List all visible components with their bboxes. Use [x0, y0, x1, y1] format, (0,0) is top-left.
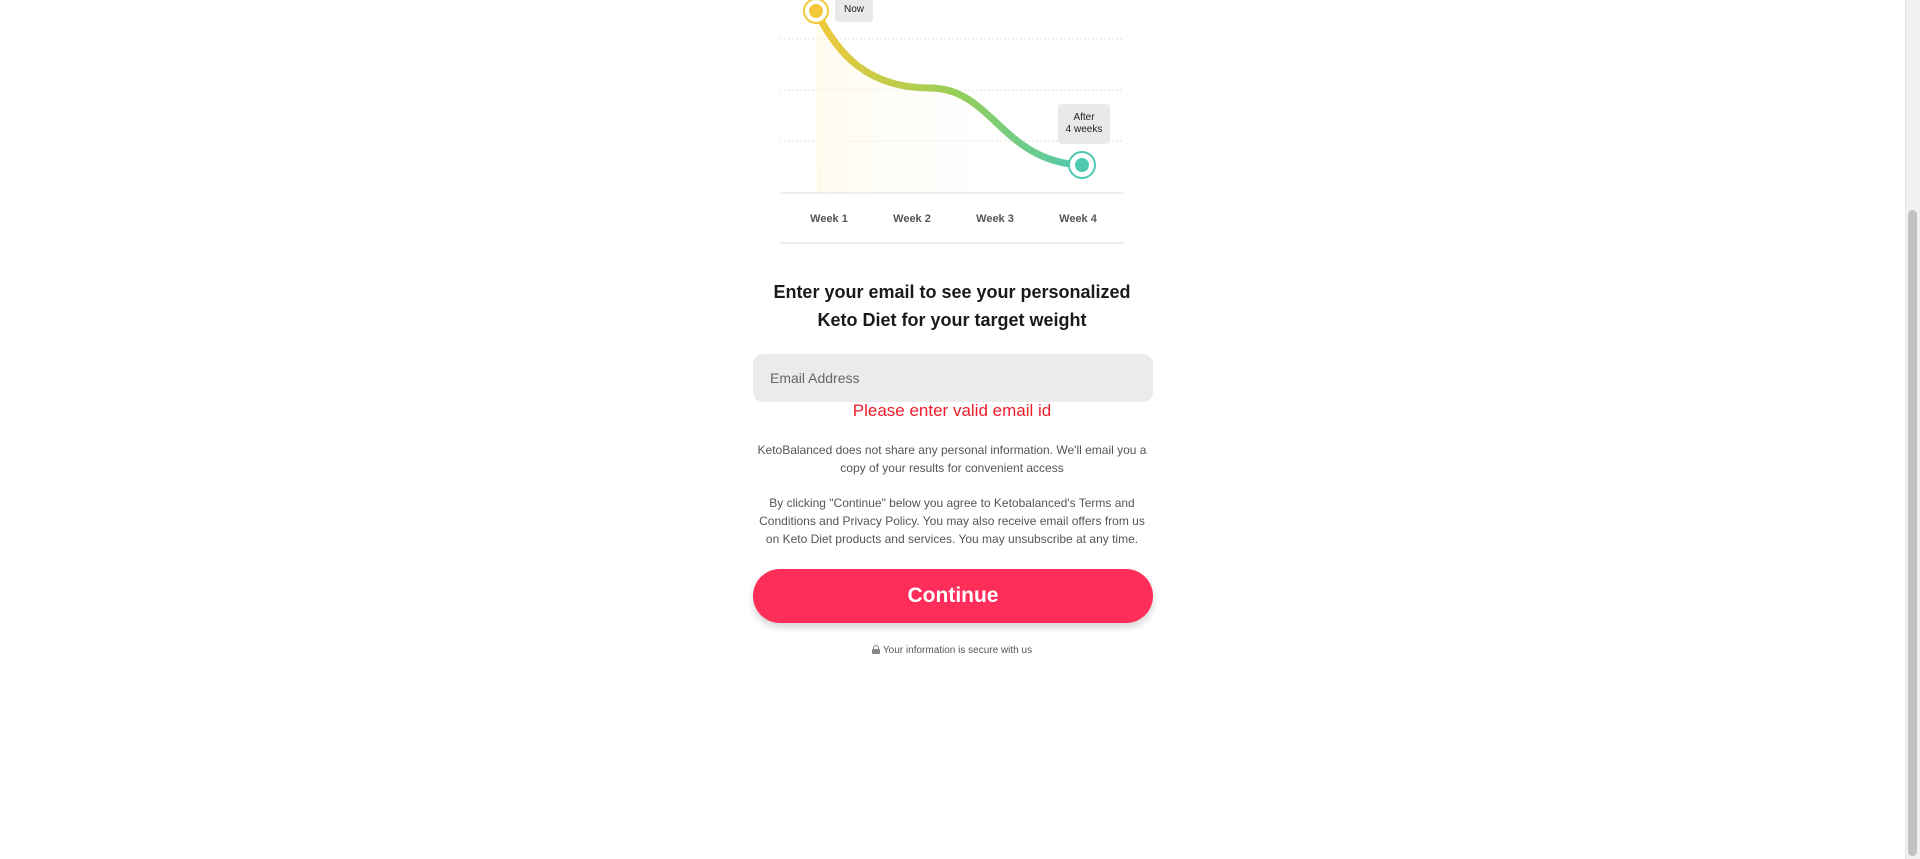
email-headline: Enter your email to see your personalize…	[773, 282, 1131, 330]
email-error-message: Please enter valid email id	[852, 401, 1052, 420]
target-point	[1075, 158, 1089, 172]
terms-notice: By clicking "Continue" below you agree t…	[759, 496, 1145, 546]
week-4-label: Week 4	[1059, 213, 1097, 225]
after-label-line1: After	[1073, 112, 1095, 123]
week-1-label: Week 1	[810, 213, 848, 225]
continue-button[interactable]: Continue	[753, 569, 1153, 623]
scrollbar-thumb[interactable]	[1908, 210, 1917, 856]
week-2-label: Week 2	[893, 213, 931, 225]
now-label: Now	[843, 4, 864, 15]
now-tooltip: Now	[835, 0, 873, 22]
secure-notice: Your information is secure with us	[752, 644, 1152, 656]
weight-progress-chart: Now After 4 weeks Week 1 Week 2 Week 3 W…	[780, 0, 1124, 245]
page: Now After 4 weeks Week 1 Week 2 Week 3 W…	[0, 0, 1920, 859]
progress-area	[816, 11, 1042, 193]
privacy-notice: KetoBalanced does not share any personal…	[757, 443, 1147, 475]
email-input[interactable]	[753, 354, 1153, 402]
lock-icon	[871, 645, 880, 654]
secure-text: Your information is secure with us	[882, 645, 1033, 656]
now-point	[809, 4, 823, 18]
after-label-line2: 4 weeks	[1065, 124, 1103, 135]
week-3-label: Week 3	[976, 213, 1014, 225]
after-tooltip: After 4 weeks	[1058, 104, 1110, 144]
